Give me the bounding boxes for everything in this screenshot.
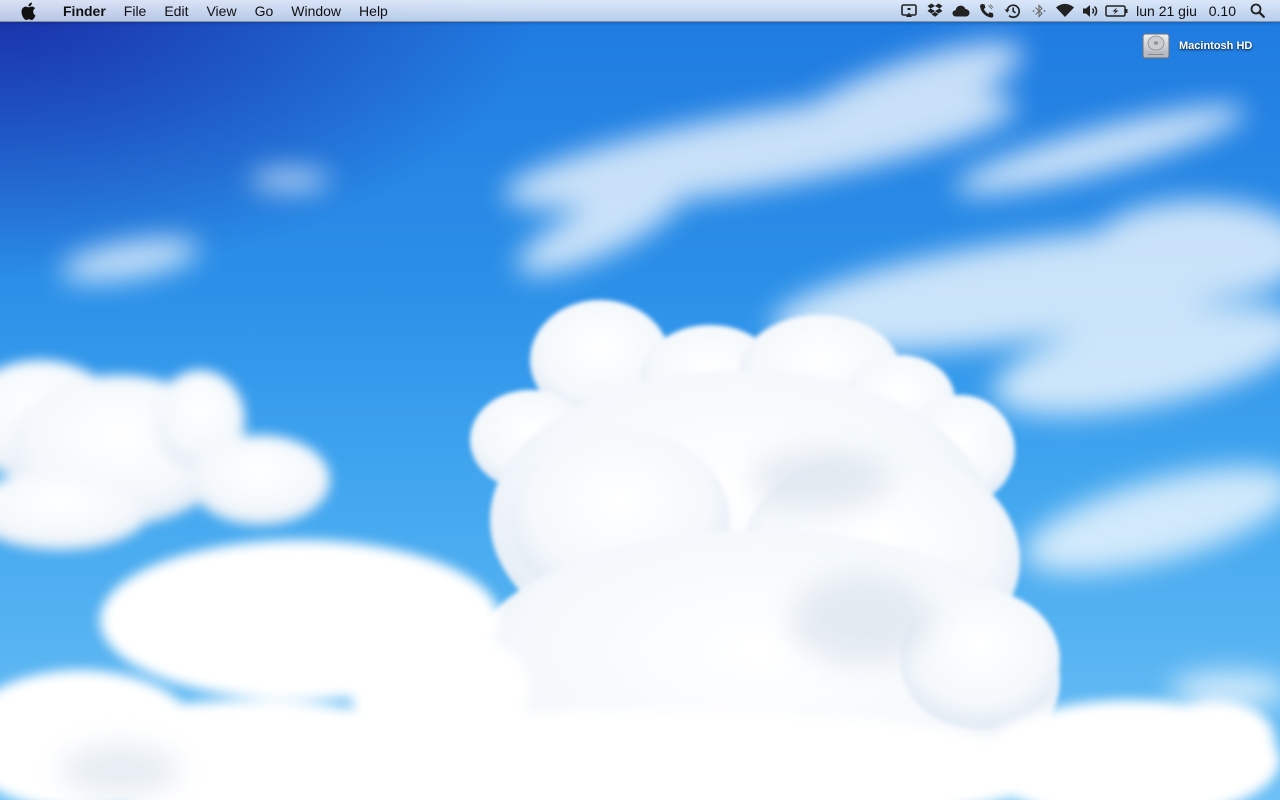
wifi-icon[interactable] <box>1052 0 1078 22</box>
cloud-icon[interactable] <box>948 0 974 22</box>
menu-go[interactable]: Go <box>246 0 283 22</box>
phone-icon[interactable] <box>974 0 1000 22</box>
desktop[interactable]: Finder File Edit View Go Window Help lun… <box>0 0 1280 800</box>
menu-window[interactable]: Window <box>282 0 350 22</box>
time-machine-icon[interactable] <box>1000 0 1026 22</box>
hard-drive-icon <box>1142 33 1170 59</box>
menu-help[interactable]: Help <box>350 0 397 22</box>
desktop-item-label: Macintosh HD <box>1179 40 1253 52</box>
menu-bar: Finder File Edit View Go Window Help lun… <box>0 0 1280 22</box>
clock-date: lun 21 giu <box>1136 2 1197 19</box>
apple-logo-icon[interactable] <box>18 0 38 22</box>
menu-view[interactable]: View <box>197 0 245 22</box>
menu-bar-left: Finder File Edit View Go Window Help <box>0 0 397 22</box>
menu-bar-clock[interactable]: lun 21 giu 0.10 <box>1130 0 1244 22</box>
bluetooth-icon[interactable] <box>1026 0 1052 22</box>
menu-edit[interactable]: Edit <box>155 0 197 22</box>
dropbox-icon[interactable] <box>922 0 948 22</box>
battery-icon[interactable] <box>1104 0 1130 22</box>
spotlight-search-icon[interactable] <box>1244 0 1270 22</box>
volume-icon[interactable] <box>1078 0 1104 22</box>
menu-bar-status-area: lun 21 giu 0.10 <box>896 0 1280 22</box>
menu-file[interactable]: File <box>115 0 156 22</box>
airplay-icon[interactable] <box>896 0 922 22</box>
wallpaper-clouds <box>0 42 1280 800</box>
desktop-item-macintosh-hd[interactable]: Macintosh HD <box>1140 30 1252 62</box>
clock-time: 0.10 <box>1208 2 1236 19</box>
menu-app-finder[interactable]: Finder <box>54 0 115 22</box>
